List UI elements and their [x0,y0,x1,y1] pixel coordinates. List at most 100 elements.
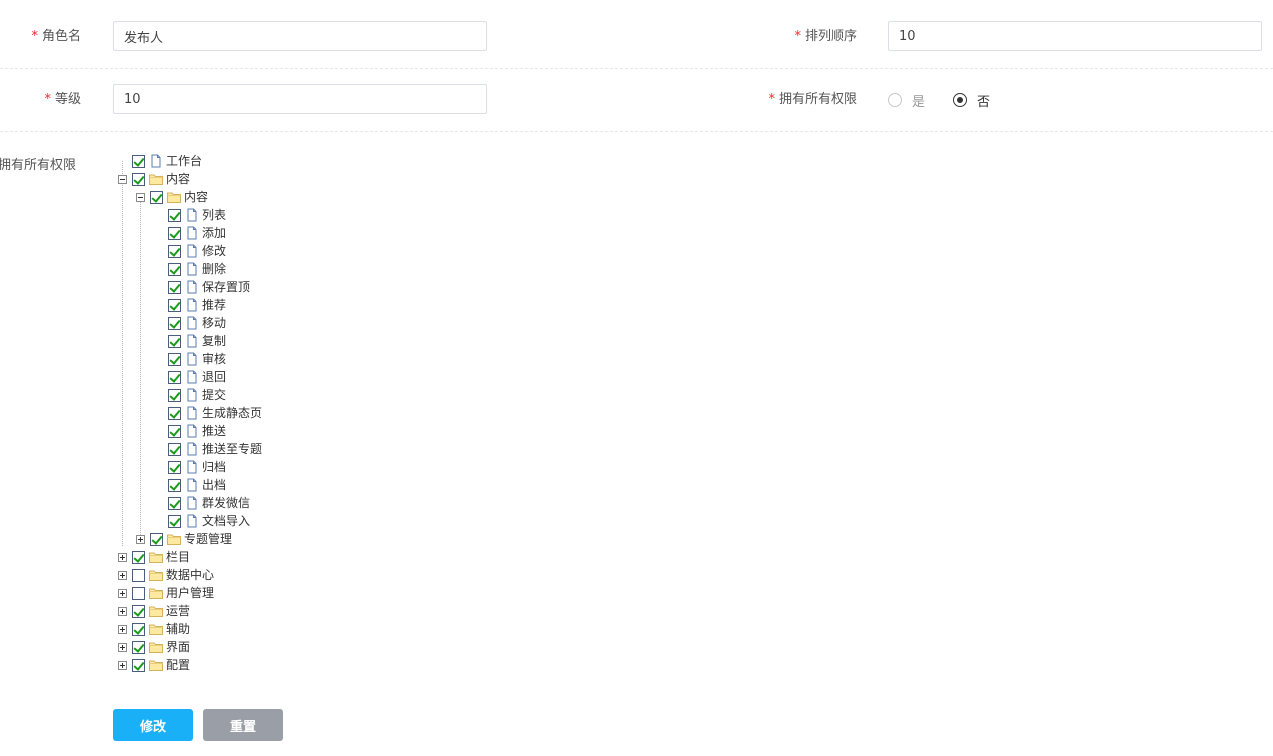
tree-checkbox[interactable] [150,190,163,204]
file-icon [185,478,202,492]
file-icon [185,442,202,456]
tree-checkbox[interactable] [168,424,181,438]
tree-checkbox[interactable] [168,280,181,294]
collapse-icon[interactable] [136,192,145,202]
tree-node-label: 退回 [202,370,227,384]
tree-node[interactable]: 专题管理 [118,530,262,548]
tree-checkbox[interactable] [168,478,181,492]
tree-checkbox[interactable] [132,622,145,636]
tree-node-label: 运营 [166,604,191,618]
tree-node[interactable]: 复制 [118,332,262,350]
tree-node[interactable]: 生成静态页 [118,404,262,422]
folder-icon [149,172,166,186]
tree-checkbox[interactable] [132,658,145,672]
tree-checkbox[interactable] [168,514,181,528]
tree-node-label: 用户管理 [166,586,215,600]
required-mark: * [31,29,38,44]
tree-node[interactable]: 用户管理 [118,584,262,602]
tree-node[interactable]: 推荐 [118,296,262,314]
radio-yes[interactable]: 是 [888,91,925,110]
tree-node[interactable]: 文档导入 [118,512,262,530]
file-icon [185,316,202,330]
tree-checkbox[interactable] [132,640,145,654]
tree-checkbox[interactable] [132,172,145,186]
file-icon [185,244,202,258]
tree-node[interactable]: 提交 [118,386,262,404]
tree-node[interactable]: 归档 [118,458,262,476]
expand-icon[interactable] [118,570,127,580]
tree-node[interactable]: 辅助 [118,620,262,638]
sort-order-input[interactable] [888,21,1262,51]
collapse-icon[interactable] [118,174,127,184]
folder-icon [149,622,166,636]
tree-node-label: 推送 [202,424,227,438]
expand-icon[interactable] [118,588,127,598]
tree-checkbox[interactable] [168,334,181,348]
tree-node[interactable]: 配置 [118,656,262,674]
tree-node-label: 内容 [166,172,191,186]
expand-icon[interactable] [118,552,127,562]
role-name-input[interactable] [113,21,487,51]
tree-checkbox[interactable] [168,298,181,312]
expand-icon[interactable] [136,534,145,544]
tree-checkbox[interactable] [132,550,145,564]
tree-checkbox[interactable] [132,568,145,582]
tree-node[interactable]: 移动 [118,314,262,332]
tree-node[interactable]: 数据中心 [118,566,262,584]
tree-node[interactable]: 栏目 [118,548,262,566]
expand-icon[interactable] [118,642,127,652]
reset-button[interactable]: 重置 [203,709,283,741]
file-icon [185,496,202,510]
tree-node[interactable]: 添加 [118,224,262,242]
required-mark: * [44,92,51,107]
level-input[interactable] [113,84,487,114]
tree-node-label: 工作台 [166,154,203,168]
tree-checkbox[interactable] [168,208,181,222]
tree-node-label: 添加 [202,226,227,240]
expand-icon[interactable] [118,606,127,616]
folder-icon [149,568,166,582]
required-mark: * [768,92,775,107]
file-icon [185,406,202,420]
tree-checkbox[interactable] [168,370,181,384]
tree-node[interactable]: 内容 [118,170,262,188]
tree-node[interactable]: 修改 [118,242,262,260]
tree-checkbox[interactable] [168,352,181,366]
tree-node[interactable]: 界面 [118,638,262,656]
tree-checkbox[interactable] [168,406,181,420]
radio-no-label: 否 [977,94,991,110]
tree-checkbox[interactable] [168,316,181,330]
tree-node[interactable]: 推送 [118,422,262,440]
all-perms-label: * 拥有所有权限 [740,84,857,116]
tree-checkbox[interactable] [168,496,181,510]
tree-node[interactable]: 推送至专题 [118,440,262,458]
tree-node[interactable]: 工作台 [118,152,262,170]
tree-checkbox[interactable] [168,226,181,240]
tree-node[interactable]: 内容 [118,188,262,206]
tree-checkbox[interactable] [168,442,181,456]
tree-node-label: 推送至专题 [202,442,263,456]
tree-checkbox[interactable] [168,262,181,276]
tree-node[interactable]: 列表 [118,206,262,224]
tree-node-label: 复制 [202,334,227,348]
tree-node[interactable]: 审核 [118,350,262,368]
tree-checkbox[interactable] [150,532,163,546]
tree-checkbox[interactable] [132,586,145,600]
tree-node[interactable]: 删除 [118,260,262,278]
tree-node[interactable]: 保存置顶 [118,278,262,296]
radio-no[interactable]: 否 [953,91,990,110]
tree-checkbox[interactable] [168,388,181,402]
tree-node[interactable]: 群发微信 [118,494,262,512]
expand-icon[interactable] [118,660,127,670]
tree-node-label: 内容 [184,190,209,204]
tree-checkbox[interactable] [168,244,181,258]
file-icon [185,334,202,348]
tree-checkbox[interactable] [132,154,145,168]
tree-node[interactable]: 退回 [118,368,262,386]
tree-node[interactable]: 运营 [118,602,262,620]
tree-node[interactable]: 出档 [118,476,262,494]
submit-button[interactable]: 修改 [113,709,193,741]
expand-icon[interactable] [118,624,127,634]
tree-checkbox[interactable] [132,604,145,618]
tree-checkbox[interactable] [168,460,181,474]
